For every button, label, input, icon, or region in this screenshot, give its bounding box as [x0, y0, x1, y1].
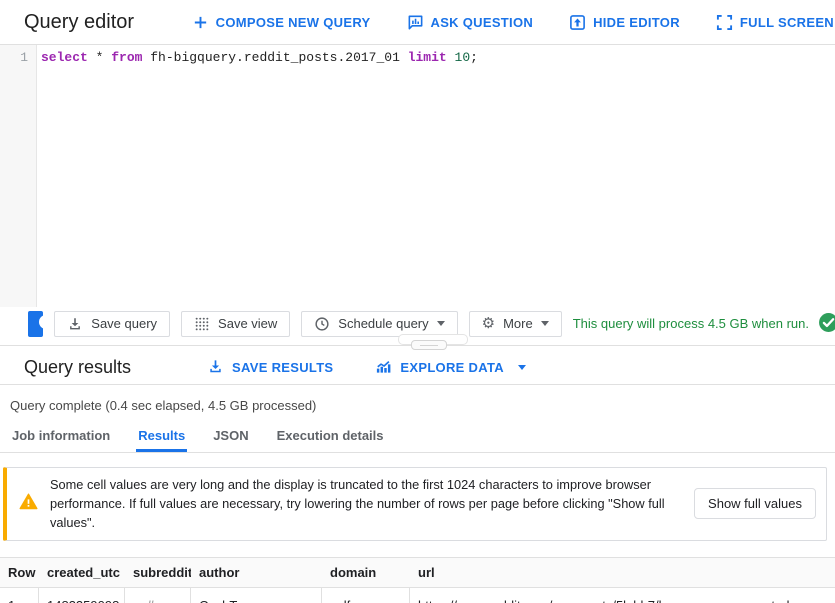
save-download-icon — [67, 316, 83, 332]
run-button-group: Run — [28, 311, 43, 337]
results-tabs: Job information Results JSON Execution d… — [0, 422, 835, 453]
full-screen-button[interactable]: FULL SCREEN — [716, 14, 834, 31]
chevron-down-icon — [541, 321, 549, 326]
plus-icon — [192, 14, 209, 31]
sql-keyword: select — [41, 50, 88, 65]
save-results-button[interactable]: SAVE RESULTS — [207, 358, 333, 378]
table-header-row: Row created_utc subreddit author domain … — [0, 558, 835, 588]
compose-new-query-label: COMPOSE NEW QUERY — [216, 15, 371, 30]
column-header-url: url — [410, 558, 835, 587]
query-status-text: Query complete (0.4 sec elapsed, 4.5 GB … — [0, 385, 835, 413]
warning-text: Some cell values are very long and the d… — [50, 475, 682, 533]
hide-editor-label: HIDE EDITOR — [593, 15, 680, 30]
save-view-button[interactable]: Save view — [181, 311, 290, 337]
chat-chart-icon — [407, 14, 424, 31]
schedule-query-button[interactable]: Schedule query — [301, 311, 457, 337]
save-results-icon — [207, 358, 224, 378]
save-query-label: Save query — [91, 316, 157, 331]
results-title: Query results — [24, 357, 131, 378]
cell-row-number: 1 — [0, 588, 39, 603]
sql-keyword: from — [111, 50, 142, 65]
bar-chart-icon — [375, 358, 392, 378]
column-header-domain: domain — [322, 558, 410, 587]
column-header-subreddit: subreddit — [125, 558, 191, 587]
chevron-down-icon — [437, 321, 445, 326]
splitter-drag-handle[interactable] — [411, 340, 447, 350]
truncation-warning-banner: Some cell values are very long and the d… — [3, 467, 827, 541]
table-row: 1 1483259098 null CashTram self.promos h… — [0, 588, 835, 603]
query-validation-message: This query will process 4.5 GB when run. — [573, 312, 835, 336]
column-header-created-utc: created_utc — [39, 558, 125, 587]
column-header-row: Row — [0, 558, 39, 587]
ask-question-label: ASK QUESTION — [431, 15, 534, 30]
validation-text: This query will process 4.5 GB when run. — [573, 316, 809, 331]
cell-domain: self.promos — [322, 588, 410, 603]
query-results-header: Query results SAVE RESULTS EXPLORE DATA — [0, 351, 835, 385]
cell-url: https://www.reddit.com/comments/5lebb7/h… — [410, 588, 835, 603]
cell-created-utc: 1483259098 — [39, 588, 125, 603]
clock-icon — [314, 316, 330, 332]
run-button[interactable]: Run — [28, 311, 43, 337]
sql-identifier: fh-bigquery.reddit_posts.2017_01 — [142, 50, 407, 65]
tab-execution-details[interactable]: Execution details — [275, 422, 386, 452]
compose-new-query-button[interactable]: COMPOSE NEW QUERY — [192, 14, 371, 31]
full-screen-icon — [716, 14, 733, 31]
tab-json[interactable]: JSON — [211, 422, 250, 452]
more-label: More — [503, 316, 533, 331]
sql-text: ; — [470, 50, 478, 65]
query-editor-header: Query editor COMPOSE NEW QUERY ASK QUEST… — [0, 0, 835, 45]
explore-data-button[interactable]: EXPLORE DATA — [375, 358, 526, 378]
chevron-down-icon — [518, 365, 526, 370]
cell-subreddit: null — [125, 588, 191, 603]
cell-author: CashTram — [191, 588, 322, 603]
sql-text: * — [88, 50, 111, 65]
header-actions: COMPOSE NEW QUERY ASK QUESTION HIDE ED — [192, 14, 835, 31]
line-number-gutter: 1 — [0, 45, 37, 307]
tab-job-information[interactable]: Job information — [10, 422, 112, 452]
results-table: Row created_utc subreddit author domain … — [0, 557, 835, 603]
check-circle-icon — [818, 312, 835, 336]
gear-icon: ⚙ — [482, 316, 495, 331]
show-full-values-button[interactable]: Show full values — [694, 488, 816, 519]
line-number: 1 — [20, 50, 28, 65]
full-screen-label: FULL SCREEN — [740, 15, 834, 30]
ask-question-button[interactable]: ASK QUESTION — [407, 14, 534, 31]
hide-editor-button[interactable]: HIDE EDITOR — [569, 14, 680, 31]
sql-keyword: limit — [408, 50, 447, 65]
results-actions: SAVE RESULTS EXPLORE DATA — [207, 358, 526, 378]
page-title: Query editor — [24, 11, 134, 34]
hide-editor-icon — [569, 14, 586, 31]
explore-data-label: EXPLORE DATA — [400, 360, 504, 375]
more-button[interactable]: ⚙ More — [469, 311, 562, 337]
save-view-label: Save view — [218, 316, 277, 331]
sql-editor[interactable]: 1 select * from fh-bigquery.reddit_posts… — [0, 45, 835, 307]
play-circle-icon — [38, 314, 43, 333]
column-header-author: author — [191, 558, 322, 587]
sql-number: 10 — [455, 50, 471, 65]
save-results-label: SAVE RESULTS — [232, 360, 333, 375]
dotted-grid-icon — [194, 316, 210, 332]
save-query-button[interactable]: Save query — [54, 311, 170, 337]
sql-text — [447, 50, 455, 65]
sql-code-line[interactable]: select * from fh-bigquery.reddit_posts.2… — [37, 45, 478, 307]
tab-results[interactable]: Results — [136, 422, 187, 452]
warning-icon — [19, 492, 38, 516]
schedule-query-label: Schedule query — [338, 316, 428, 331]
panel-splitter — [0, 340, 835, 351]
